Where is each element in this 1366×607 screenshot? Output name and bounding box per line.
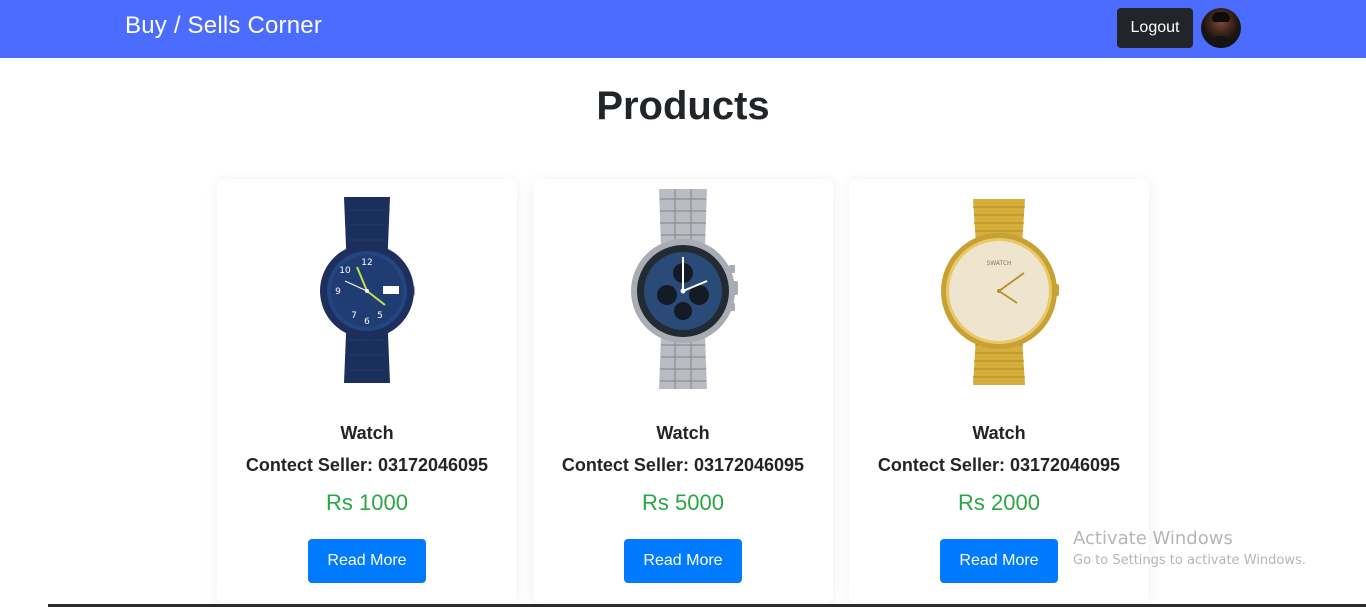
brand-title[interactable]: Buy / Sells Corner — [125, 12, 322, 40]
read-more-button[interactable]: Read More — [624, 539, 742, 583]
product-name: Watch — [340, 423, 394, 443]
svg-text:9: 9 — [335, 287, 341, 297]
svg-text:10: 10 — [339, 266, 351, 276]
product-card: 12 6 9 7 5 10 Watch Contect Seller: 0317… — [217, 179, 517, 603]
navbar: Buy / Sells Corner Logout — [0, 0, 1366, 58]
product-price: Rs 1000 — [326, 490, 408, 515]
watermark-title: Activate Windows — [1073, 528, 1233, 549]
svg-text:12: 12 — [361, 258, 372, 268]
svg-text:6: 6 — [364, 317, 370, 327]
product-card: Watch Contect Seller: 03172046095 Rs 500… — [533, 179, 833, 603]
avatar-hair-shape — [1212, 12, 1230, 22]
watch-navy-strap-icon: 12 6 9 7 5 10 — [320, 197, 415, 383]
product-seller: Contect Seller: 03172046095 — [245, 455, 489, 475]
product-price: Rs 2000 — [958, 490, 1040, 515]
activate-windows-watermark: Activate Windows Go to Settings to activ… — [1073, 528, 1306, 568]
product-price: Rs 5000 — [642, 490, 724, 515]
watermark-subtitle: Go to Settings to activate Windows. — [1073, 553, 1306, 568]
svg-text:5: 5 — [377, 311, 383, 321]
read-more-button[interactable]: Read More — [308, 539, 426, 583]
product-seller: Contect Seller: 03172046095 — [561, 455, 805, 475]
product-name: Watch — [656, 423, 710, 443]
product-name: Watch — [972, 423, 1026, 443]
avatar[interactable] — [1201, 8, 1241, 48]
logout-button[interactable]: Logout — [1117, 8, 1193, 48]
svg-text:7: 7 — [351, 311, 357, 321]
svg-text:SWATCH: SWATCH — [986, 260, 1011, 267]
avatar-shoulders-shape — [1205, 36, 1237, 48]
watch-gold-icon: SWATCH — [941, 199, 1059, 385]
product-seller: Contect Seller: 03172046095 — [877, 455, 1121, 475]
read-more-button[interactable]: Read More — [940, 539, 1058, 583]
watch-steel-chronograph-icon — [631, 189, 738, 389]
page-title: Products — [596, 84, 770, 128]
